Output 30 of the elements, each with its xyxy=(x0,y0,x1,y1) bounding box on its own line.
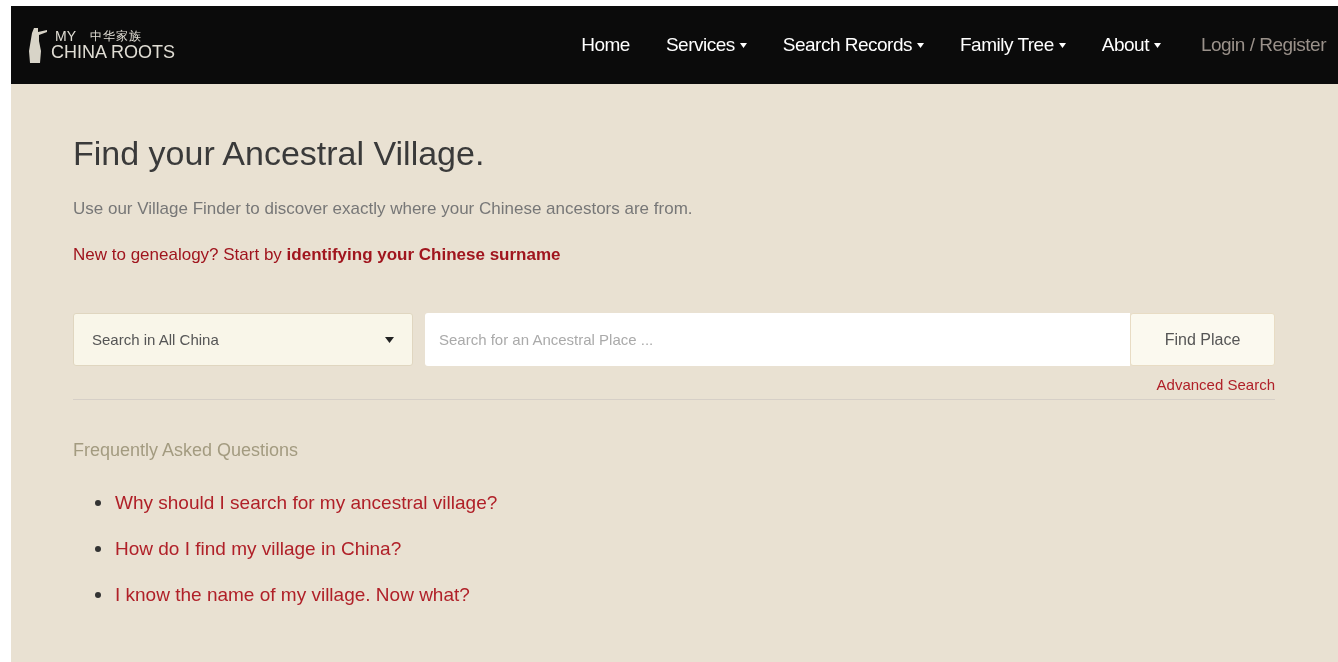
caret-icon xyxy=(739,42,747,48)
nav-menu[interactable]: Search Records xyxy=(764,34,942,56)
surname-link[interactable]: identifying your Chinese surname xyxy=(286,245,561,264)
faq-link[interactable]: How do I find my village in China? xyxy=(115,537,402,560)
faq-heading: Frequently Asked Questions xyxy=(73,440,300,461)
prompt-text: New to genealogy? Start by xyxy=(73,245,283,264)
bullet-icon xyxy=(95,545,101,552)
region-dropdown[interactable]: Search in All China xyxy=(73,313,413,366)
nav-link[interactable]: Home xyxy=(563,34,648,56)
search-field[interactable]: Search for an Ancestral Place ... xyxy=(425,313,1130,366)
bullet-icon xyxy=(95,591,101,598)
login-link[interactable]: Login / Register xyxy=(1178,34,1338,56)
faq-link[interactable]: I know the name of my village. Now what? xyxy=(115,583,470,606)
caret-icon xyxy=(1153,42,1161,48)
page-title: Find your Ancestral Village. xyxy=(73,134,486,173)
nav-menu[interactable]: Services xyxy=(647,34,765,56)
bullet-icon xyxy=(95,499,101,506)
caret-icon xyxy=(385,336,394,343)
logo-chinese-text: 中华家族 xyxy=(90,30,142,42)
figure-icon xyxy=(27,26,49,64)
logo-text: MY xyxy=(54,29,76,43)
nav-menu[interactable]: Family Tree xyxy=(942,34,1084,56)
nav-menu[interactable]: About xyxy=(1083,34,1179,56)
advanced-search-link[interactable]: Advanced Search xyxy=(1156,376,1275,393)
caret-icon xyxy=(917,42,924,48)
caret-icon xyxy=(1058,42,1066,48)
intro-text: Use our Village Finder to discover exactly where your Chinese ancestors are from. xyxy=(73,199,694,219)
faq-link[interactable]: Why should I search for my ancestral village? xyxy=(115,491,498,514)
find-button[interactable]: Find Place xyxy=(1130,313,1275,366)
logo-text: CHINA ROOTS xyxy=(51,43,175,61)
